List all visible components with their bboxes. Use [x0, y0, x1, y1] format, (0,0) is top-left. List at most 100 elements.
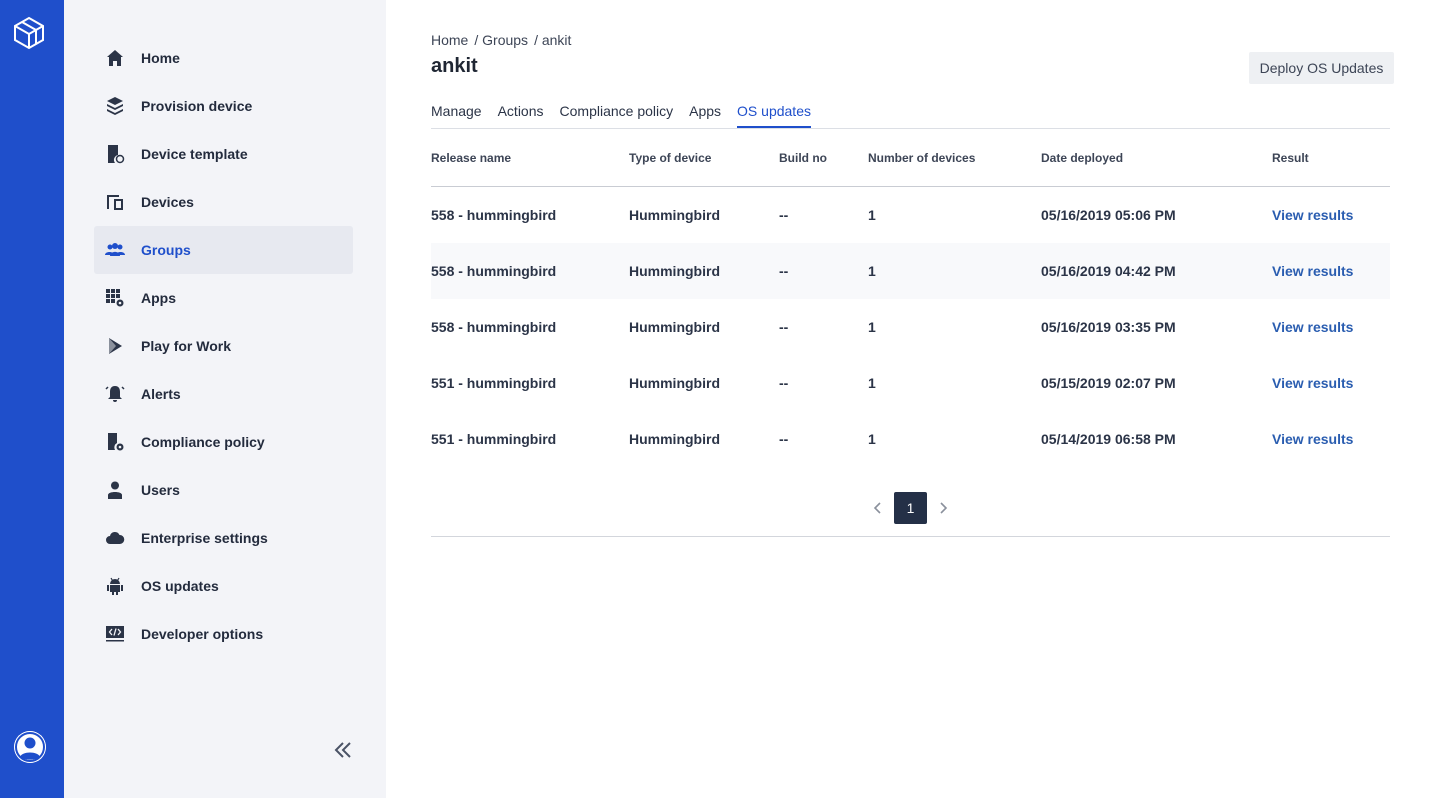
tab-bar: Manage Actions Compliance policy Apps OS… — [431, 103, 1390, 129]
column-header-result: Result — [1272, 151, 1309, 165]
view-results-link[interactable]: View results — [1272, 375, 1390, 391]
device-count-cell: 1 — [868, 319, 876, 335]
sidebar-item-alerts[interactable]: Alerts — [94, 370, 353, 418]
build-no-cell: -- — [779, 263, 789, 279]
table-row: 551 - hummingbird Hummingbird -- 1 05/15… — [431, 355, 1390, 411]
compliance-icon — [104, 431, 126, 453]
app-rail — [0, 0, 64, 798]
date-deployed-cell: 05/16/2019 04:42 PM — [1041, 263, 1176, 279]
sidebar-item-label: Play for Work — [141, 338, 231, 354]
sidebar-item-label: Device template — [141, 146, 248, 162]
sidebar-item-apps[interactable]: Apps — [94, 274, 353, 322]
breadcrumb-current: / ankit — [534, 32, 572, 48]
date-deployed-cell: 05/15/2019 02:07 PM — [1041, 375, 1176, 391]
table-row: 558 - hummingbird Hummingbird -- 1 05/16… — [431, 299, 1390, 355]
groups-icon — [104, 239, 126, 261]
device-count-cell: 1 — [868, 207, 876, 223]
release-name-cell: 558 - hummingbird — [431, 263, 557, 279]
deploy-os-updates-button[interactable]: Deploy OS Updates — [1249, 52, 1394, 84]
collapse-sidebar-icon[interactable] — [332, 740, 354, 760]
tab-os-updates[interactable]: OS updates — [737, 103, 811, 128]
sidebar-item-users[interactable]: Users — [94, 466, 353, 514]
release-name-cell: 558 - hummingbird — [431, 207, 557, 223]
bell-icon — [104, 383, 126, 405]
breadcrumb-groups[interactable]: / Groups — [474, 32, 528, 48]
view-results-link[interactable]: View results — [1272, 263, 1390, 279]
tab-manage[interactable]: Manage — [431, 103, 482, 128]
device-count-cell: 1 — [868, 263, 876, 279]
date-deployed-cell: 05/14/2019 06:58 PM — [1041, 431, 1176, 447]
provision-icon — [104, 95, 126, 117]
chevron-right-icon[interactable] — [935, 498, 951, 518]
sidebar-item-groups[interactable]: Groups — [94, 226, 353, 274]
sidebar-item-label: Devices — [141, 194, 194, 210]
column-header-device-count[interactable]: Number of devices — [868, 151, 1041, 165]
sidebar-item-provision-device[interactable]: Provision device — [94, 82, 353, 130]
device-count-cell: 1 — [868, 431, 876, 447]
device-type-cell: Hummingbird — [629, 431, 720, 447]
sidebar-item-label: Compliance policy — [141, 434, 265, 450]
column-header-build-no[interactable]: Build no — [779, 151, 868, 165]
device-type-cell: Hummingbird — [629, 375, 720, 391]
table-row: 558 - hummingbird Hummingbird -- 1 05/16… — [431, 187, 1390, 243]
sidebar-item-label: Developer options — [141, 626, 264, 642]
view-results-link[interactable]: View results — [1272, 431, 1390, 447]
page-button-current[interactable]: 1 — [894, 492, 927, 524]
apps-icon — [104, 287, 126, 309]
pagination: 1 — [431, 492, 1390, 524]
view-results-link[interactable]: View results — [1272, 207, 1390, 223]
sidebar-item-compliance-policy[interactable]: Compliance policy — [94, 418, 353, 466]
release-name-cell: 558 - hummingbird — [431, 319, 557, 335]
column-header-date-deployed[interactable]: Date deployed — [1041, 151, 1272, 165]
sidebar-item-label: Users — [141, 482, 180, 498]
os-updates-table: Release name Type of device Build no Num… — [431, 130, 1390, 467]
device-type-cell: Hummingbird — [629, 263, 720, 279]
column-header-release-name[interactable]: Release name — [431, 151, 629, 165]
app-logo-icon[interactable] — [12, 16, 46, 50]
sidebar-item-devices[interactable]: Devices — [94, 178, 353, 226]
android-icon — [104, 575, 126, 597]
home-icon — [104, 47, 126, 69]
build-no-cell: -- — [779, 375, 789, 391]
sidebar-item-label: Alerts — [141, 386, 181, 402]
sidebar-item-device-template[interactable]: Device template — [94, 130, 353, 178]
sidebar-item-os-updates[interactable]: OS updates — [94, 562, 353, 610]
sidebar-item-home[interactable]: Home — [94, 34, 353, 82]
release-name-cell: 551 - hummingbird — [431, 375, 557, 391]
tab-apps[interactable]: Apps — [689, 103, 721, 128]
sidebar-item-play-for-work[interactable]: Play for Work — [94, 322, 353, 370]
breadcrumb: Home / Groups / ankit — [431, 32, 577, 48]
cloud-icon — [104, 527, 126, 549]
build-no-cell: -- — [779, 319, 789, 335]
sidebar: Home Provision device Device template De… — [64, 0, 386, 798]
table-bottom-divider — [431, 536, 1390, 537]
code-icon — [104, 623, 126, 645]
tab-compliance-policy[interactable]: Compliance policy — [560, 103, 674, 128]
date-deployed-cell: 05/16/2019 05:06 PM — [1041, 207, 1176, 223]
user-avatar-icon[interactable] — [14, 731, 46, 763]
template-icon — [104, 143, 126, 165]
tab-actions[interactable]: Actions — [498, 103, 544, 128]
sidebar-item-label: Apps — [141, 290, 176, 306]
table-header: Release name Type of device Build no Num… — [431, 130, 1390, 187]
sidebar-item-label: Groups — [141, 242, 191, 258]
play-icon — [104, 335, 126, 357]
sidebar-item-developer-options[interactable]: Developer options — [94, 610, 353, 658]
sidebar-item-label: OS updates — [141, 578, 219, 594]
column-header-device-type[interactable]: Type of device — [629, 151, 779, 165]
main-content: Home / Groups / ankit ankit Deploy OS Up… — [431, 0, 1394, 798]
sidebar-item-label: Enterprise settings — [141, 530, 268, 546]
sidebar-item-label: Home — [141, 50, 180, 66]
device-count-cell: 1 — [868, 375, 876, 391]
view-results-link[interactable]: View results — [1272, 319, 1390, 335]
table-row: 551 - hummingbird Hummingbird -- 1 05/14… — [431, 411, 1390, 467]
sidebar-item-enterprise-settings[interactable]: Enterprise settings — [94, 514, 353, 562]
date-deployed-cell: 05/16/2019 03:35 PM — [1041, 319, 1176, 335]
page-title: ankit — [431, 55, 478, 77]
build-no-cell: -- — [779, 207, 789, 223]
sidebar-item-label: Provision device — [141, 98, 253, 114]
user-icon — [104, 479, 126, 501]
device-type-cell: Hummingbird — [629, 319, 720, 335]
chevron-left-icon[interactable] — [870, 498, 886, 518]
breadcrumb-home[interactable]: Home — [431, 32, 468, 48]
